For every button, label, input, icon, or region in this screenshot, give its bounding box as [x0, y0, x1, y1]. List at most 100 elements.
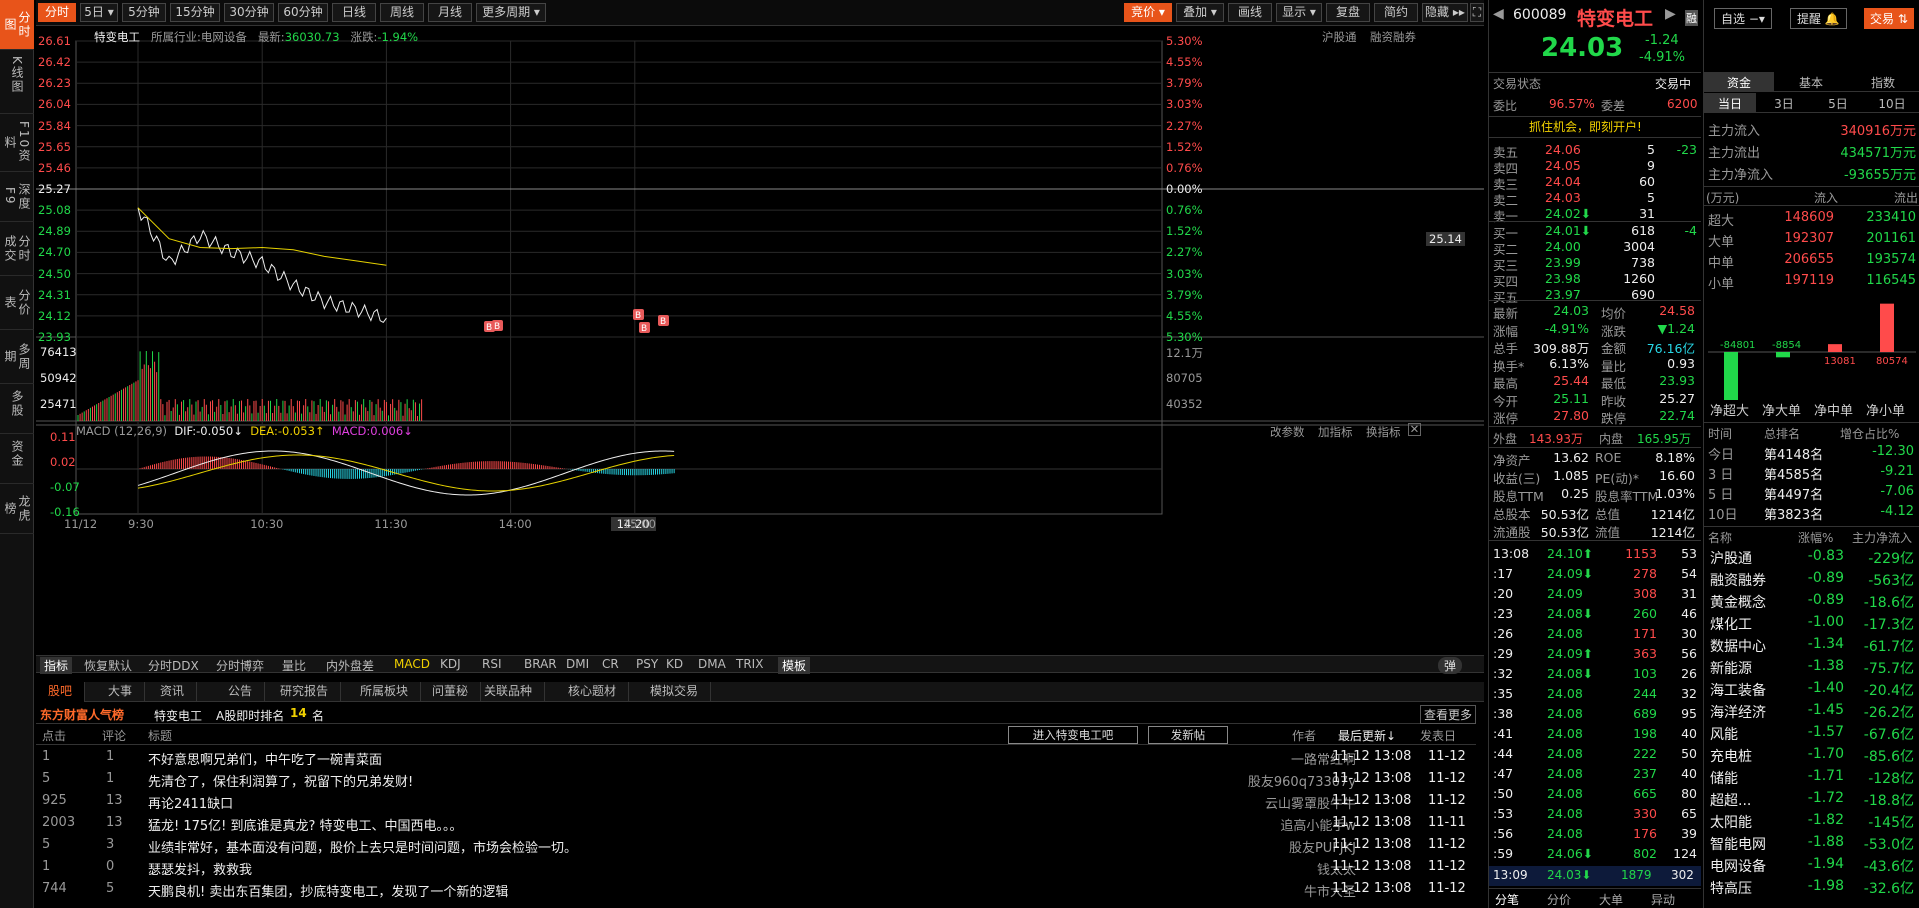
board-hdr-flow[interactable]: 主力净流入	[1852, 529, 1912, 546]
intraday-chart[interactable]: BBBBB 特变电工 所属行业:电网设备 最新:36030.73 涨跌:-1.9…	[36, 27, 1484, 655]
simple-button[interactable]: 简约	[1374, 3, 1418, 22]
row-title[interactable]: 天鹏良机! 卖出东百集团，抄底特变电工，发现了一个新的逻辑	[148, 881, 508, 900]
indicator-tab-1[interactable]: 恢复默认	[84, 657, 132, 674]
swap-indicator-button[interactable]: 换指标	[1366, 424, 1401, 440]
indicator-tab-5[interactable]: 内外盘差	[326, 657, 374, 674]
board-row[interactable]: 风能 -1.57 -67.6亿	[1704, 722, 1919, 744]
capital-subtab-3[interactable]: 10日	[1866, 93, 1918, 112]
ask-row[interactable]: 卖五 24.06 5 -23	[1489, 141, 1701, 160]
board-row[interactable]: 智能电网 -1.88 -53.0亿	[1704, 832, 1919, 854]
period-tab-day[interactable]: 日线	[332, 3, 376, 22]
close-icon[interactable]: ✕	[1408, 423, 1421, 436]
indicator-tab-13[interactable]: KD	[666, 657, 683, 671]
indicator-tab-6[interactable]: MACD	[394, 657, 430, 671]
board-row[interactable]: 融资融券 -0.89 -563亿	[1704, 568, 1919, 590]
capital-tab-2[interactable]: 指数	[1848, 72, 1918, 91]
row-title[interactable]: 不好意思啊兄弟们，中午吃了一碗青菜面	[148, 749, 382, 768]
indicator-tab-4[interactable]: 量比	[282, 657, 306, 674]
more-periods-dropdown[interactable]: 更多周期 ▾	[476, 3, 546, 22]
reminder-button[interactable]: 提醒 🔔	[1790, 8, 1847, 29]
capital-subtab-2[interactable]: 5日	[1812, 93, 1864, 112]
forum-row[interactable]: 925 13 再论2411缺口 云山雾罩股牛牛 11-12 13:08 11-12	[36, 790, 1476, 812]
forum-tab-1[interactable]: 大事	[96, 682, 146, 702]
draw-line-button[interactable]: 画线	[1228, 3, 1272, 22]
period-tab-week[interactable]: 周线	[380, 3, 424, 22]
left-nav-item-6[interactable]: 多周期	[0, 330, 34, 384]
forum-tab-0[interactable]: 股吧	[36, 682, 86, 702]
period-tab-5day[interactable]: 5日 ▾	[80, 3, 118, 22]
indicator-tab-8[interactable]: RSI	[482, 657, 502, 671]
row-title[interactable]: 先清仓了，保住利润算了，祝留下的兄弟发财!	[148, 771, 413, 790]
period-tab-30min[interactable]: 30分钟	[224, 3, 274, 22]
indicator-tab-11[interactable]: CR	[602, 657, 619, 671]
add-indicator-button[interactable]: 加指标	[1318, 424, 1353, 440]
capital-tab-1[interactable]: 基本	[1776, 72, 1846, 91]
indicator-tab-16[interactable]: 模板	[778, 657, 811, 674]
indicator-tab-14[interactable]: DMA	[698, 657, 726, 671]
period-tab-fenshi[interactable]: 分时	[38, 3, 76, 22]
board-row[interactable]: 新能源 -1.38 -75.7亿	[1704, 656, 1919, 678]
forum-row[interactable]: 5 3 业绩非常好，基本面没有问题，股价上去只是时间问题，市场会检验一切。 股友PUF…	[36, 834, 1476, 856]
board-row[interactable]: 太阳能 -1.82 -145亿	[1704, 810, 1919, 832]
left-nav-item-5[interactable]: 分价表	[0, 276, 34, 330]
left-nav-item-7[interactable]: 多股	[0, 384, 34, 434]
forum-tab-2[interactable]: 资讯	[148, 682, 198, 702]
see-more-button[interactable]: 查看更多	[1420, 705, 1476, 724]
board-row[interactable]: 特高压 -1.98 -32.6亿	[1704, 876, 1919, 898]
hide-button[interactable]: 隐藏 ▸▸	[1422, 3, 1468, 22]
ask-row[interactable]: 卖四 24.05 9	[1489, 157, 1701, 176]
left-nav-item-9[interactable]: 龙虎榜	[0, 484, 34, 534]
capital-subtab-0[interactable]: 当日	[1704, 93, 1756, 112]
left-nav-item-8[interactable]: 资金	[0, 434, 34, 484]
enter-forum-button[interactable]: 进入特变电工吧	[1008, 726, 1138, 744]
indicator-tab-2[interactable]: 分时DDX	[148, 657, 199, 674]
indicator-tab-10[interactable]: DMI	[566, 657, 589, 671]
left-nav-item-4[interactable]: 分时成交	[0, 222, 34, 276]
fullscreen-icon[interactable]: ⛶	[1470, 3, 1484, 22]
period-tab-5min[interactable]: 5分钟	[122, 3, 166, 22]
ask-row[interactable]: 卖三 24.04 60	[1489, 173, 1701, 192]
left-nav-item-0[interactable]: 分时图	[0, 0, 34, 50]
board-hdr-pct[interactable]: 涨幅%	[1798, 529, 1833, 546]
indicator-tab-9[interactable]: BRAR	[524, 657, 557, 671]
forum-row[interactable]: 1 0 瑟瑟发抖，救救我 钱太太 11-12 13:08 11-12	[36, 856, 1476, 878]
indicator-tab-7[interactable]: KDJ	[440, 657, 461, 671]
trade-button[interactable]: 交易 ⇅	[1864, 8, 1914, 29]
zixuan-button[interactable]: 自选 −▾	[1714, 8, 1772, 29]
bid-row[interactable]: 买三 23.99 738	[1489, 254, 1701, 273]
row-title[interactable]: 瑟瑟发抖，救救我	[148, 859, 252, 878]
period-tab-15min[interactable]: 15分钟	[170, 3, 220, 22]
board-row[interactable]: 电网设备 -1.94 -43.6亿	[1704, 854, 1919, 876]
bid-row[interactable]: 买四 23.98 1260	[1489, 270, 1701, 289]
overlay-dropdown[interactable]: 叠加 ▾	[1176, 3, 1224, 22]
period-tab-60min[interactable]: 60分钟	[278, 3, 328, 22]
tick-tab-3[interactable]: 异动	[1651, 891, 1675, 908]
forum-row[interactable]: 5 1 先清仓了，保住利润算了，祝留下的兄弟发财! 股友960q73307y 11-12…	[36, 768, 1476, 790]
board-row[interactable]: 储能 -1.71 -128亿	[1704, 766, 1919, 788]
indicator-tab-0[interactable]: 指标	[40, 657, 73, 674]
row-title[interactable]: 再论2411缺口	[148, 793, 233, 812]
popup-toggle[interactable]: 弹	[1438, 657, 1463, 674]
capital-tab-0[interactable]: 资金	[1704, 72, 1774, 91]
forum-tab-8[interactable]: 核心题材	[556, 682, 630, 702]
display-dropdown[interactable]: 显示 ▾	[1276, 3, 1322, 22]
period-tab-month[interactable]: 月线	[428, 3, 472, 22]
bid-row[interactable]: 买一 24.01⬇ 618 -4	[1489, 222, 1701, 241]
forum-row[interactable]: 1 1 不好意思啊兄弟们，中午吃了一碗青菜面 一路常红啊 11-12 13:08 11-1…	[36, 746, 1476, 768]
indicator-tab-3[interactable]: 分时博弈	[216, 657, 264, 674]
row-title[interactable]: 业绩非常好，基本面没有问题，股价上去只是时间问题，市场会检验一切。	[148, 837, 577, 856]
auction-dropdown[interactable]: 竞价 ▾	[1124, 3, 1172, 22]
capital-subtab-1[interactable]: 3日	[1758, 93, 1810, 112]
ask-row[interactable]: 卖二 24.03 5	[1489, 189, 1701, 208]
indicator-tab-12[interactable]: PSY	[636, 657, 658, 671]
board-row[interactable]: 充电桩 -1.70 -85.6亿	[1704, 744, 1919, 766]
col-updated[interactable]: 最后更新↓	[1338, 727, 1396, 744]
change-params-button[interactable]: 改参数	[1270, 424, 1305, 440]
board-row[interactable]: 沪股通 -0.83 -229亿	[1704, 546, 1919, 568]
forum-tab-5[interactable]: 所属板块	[348, 682, 422, 702]
hgt-link[interactable]: 沪股通	[1322, 29, 1357, 45]
indicator-tab-15[interactable]: TRIX	[736, 657, 763, 671]
board-row[interactable]: 煤化工 -1.00 -17.3亿	[1704, 612, 1919, 634]
board-row[interactable]: 数据中心 -1.34 -61.7亿	[1704, 634, 1919, 656]
forum-tab-9[interactable]: 模拟交易	[638, 682, 712, 702]
